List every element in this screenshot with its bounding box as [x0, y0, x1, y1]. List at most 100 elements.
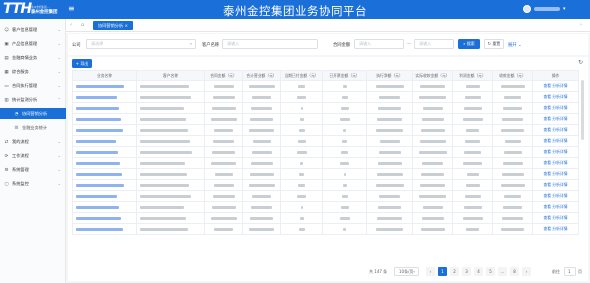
row-action-link[interactable]: 查看 分析详情 [544, 226, 568, 231]
row-action-link[interactable]: 查看 分析详情 [544, 182, 568, 187]
column-header: 收款金额（元） [492, 70, 533, 81]
next-page-button[interactable]: › [522, 267, 531, 276]
table-cell [492, 201, 533, 213]
search-button[interactable]: ⌕ 搜索 [458, 39, 480, 49]
table-cell [242, 80, 281, 92]
table-row[interactable]: 查看 分析详情 [72, 190, 579, 202]
user-name[interactable] [534, 7, 560, 11]
page-button[interactable]: 4 [474, 267, 483, 276]
chevron-left-icon[interactable]: ‹ [70, 22, 72, 28]
sidebar-item-label: 金融商情业务 [12, 55, 38, 60]
chevron-down-icon: ⌄ [57, 139, 61, 144]
unreadable-text [466, 173, 479, 176]
row-action-link[interactable]: 查看 分析详情 [544, 215, 568, 220]
prev-page-button[interactable]: ‹ [426, 267, 435, 276]
table-row[interactable]: 查看 分析详情 [72, 157, 579, 169]
sidebar-item[interactable]: ▥ 统计监测分析 ⌃ [0, 94, 66, 105]
table-cell [136, 113, 205, 125]
page-button[interactable]: 2 [450, 267, 459, 276]
table-cell [322, 102, 367, 114]
table-scrollbar[interactable] [581, 80, 584, 140]
sidebar-item[interactable]: ▤ 金融商情业务 ⌄ [0, 52, 66, 63]
table-row[interactable]: 查看 分析详情 [72, 179, 579, 191]
unreadable-text [76, 129, 123, 132]
row-action-link[interactable]: 查看 分析详情 [544, 193, 568, 198]
unreadable-text [212, 96, 235, 99]
sidebar-item[interactable]: ☺ 客户信息管理 ⌄ [0, 24, 66, 35]
unreadable-text [76, 184, 124, 187]
sidebar-item[interactable]: ⇄ 我的流程 ⌄ [0, 136, 66, 147]
amount-min-input[interactable]: 请输入 [354, 39, 404, 49]
refresh-icon[interactable]: ↻ [578, 59, 583, 66]
page-button[interactable]: 8 [510, 267, 519, 276]
page-button[interactable]: 1 [438, 267, 447, 276]
row-action-link[interactable]: 查看 分析详情 [544, 149, 568, 154]
unreadable-text [252, 140, 271, 143]
row-action-link[interactable]: 查看 分析详情 [544, 94, 568, 99]
customer-input[interactable]: 请输入 [222, 39, 318, 49]
sidebar-item[interactable]: ▢ 系统监控 ⌄ [0, 178, 66, 189]
table-row[interactable]: 查看 分析详情 [72, 113, 579, 125]
page-size-select[interactable]: 10条/页 ▾ [394, 267, 419, 276]
tab-active[interactable]: 协同营销分析 × [93, 21, 133, 30]
table-row[interactable]: 查看 分析详情 [72, 212, 579, 224]
page-button[interactable]: 5 [486, 267, 495, 276]
table-cell [412, 91, 453, 103]
row-action-link[interactable]: 查看 分析详情 [544, 127, 568, 132]
sidebar-item[interactable]: ☰ 金融业务统计 [0, 122, 66, 133]
table-cell [492, 102, 533, 114]
page-button[interactable]: 3 [462, 267, 471, 276]
chevron-right-icon[interactable]: › [580, 22, 582, 28]
unreadable-text [140, 118, 186, 121]
table-row[interactable]: 查看 分析详情 [72, 102, 579, 114]
sidebar-item[interactable]: ◔ 协同营销分析 [0, 108, 66, 119]
avatar[interactable] [523, 5, 531, 13]
unreadable-text [504, 140, 521, 143]
chevron-down-icon[interactable]: ▾ [563, 6, 566, 12]
export-button[interactable]: + 导出 [72, 59, 92, 68]
expand-link[interactable]: 展开 ⌄ [508, 42, 522, 48]
row-action-link[interactable]: 查看 分析详情 [544, 116, 568, 121]
table-cell [452, 113, 493, 125]
unreadable-text [213, 184, 234, 187]
unreadable-text [376, 228, 403, 231]
table-row[interactable]: 查看 分析详情 [72, 223, 579, 235]
sidebar-item[interactable]: ▣ 产品信息管理 ⌄ [0, 38, 66, 49]
table-cell [492, 190, 533, 202]
table-row[interactable]: 查看 分析详情 [72, 201, 579, 213]
briefcase-icon: ▤ [4, 56, 9, 61]
table-cell [242, 146, 281, 158]
table-row[interactable]: 查看 分析详情 [72, 168, 579, 180]
table-cell [204, 146, 243, 158]
unreadable-text [465, 85, 480, 88]
sidebar-item[interactable]: ▦ 综合服务 ⌄ [0, 66, 66, 77]
unreadable-text [76, 228, 123, 231]
unreadable-text [466, 228, 479, 231]
row-actions: 查看 分析详情 [532, 80, 579, 92]
goto-page-input[interactable]: 1 [564, 267, 576, 276]
row-action-link[interactable]: 查看 分析详情 [544, 204, 568, 209]
sidebar-item[interactable]: ⚙ 系统管理 ⌄ [0, 164, 66, 175]
row-action-link[interactable]: 查看 分析详情 [544, 138, 568, 143]
table-row[interactable]: 查看 分析详情 [72, 91, 579, 103]
row-action-link[interactable]: 查看 分析详情 [544, 83, 568, 88]
home-icon[interactable]: ⌂ [81, 22, 84, 28]
row-action-link[interactable]: 查看 分析详情 [544, 171, 568, 176]
amount-max-input[interactable]: 请输入 [414, 39, 454, 49]
table-row[interactable]: 查看 分析详情 [72, 146, 579, 158]
company-select[interactable]: 请选择 ▾ [86, 39, 196, 49]
table-row[interactable]: 查看 分析详情 [72, 135, 579, 147]
table-cell [280, 190, 323, 202]
unreadable-text [419, 140, 446, 143]
sidebar-item[interactable]: ▭ 合同执行管理 ⌄ [0, 80, 66, 91]
row-action-link[interactable]: 查看 分析详情 [544, 105, 568, 110]
sidebar-item[interactable]: ⟳ 工作流程 ⌄ [0, 150, 66, 161]
page-button[interactable]: ... [498, 267, 507, 276]
table-row[interactable]: 查看 分析详情 [72, 124, 579, 136]
row-action-link[interactable]: 查看 分析详情 [544, 160, 568, 165]
table-row[interactable]: 查看 分析详情 [72, 80, 579, 92]
reset-button[interactable]: ↻ 重置 [484, 39, 504, 49]
search-icon: ⌕ [463, 41, 466, 46]
table-cell [322, 179, 367, 191]
unreadable-text [462, 217, 483, 220]
